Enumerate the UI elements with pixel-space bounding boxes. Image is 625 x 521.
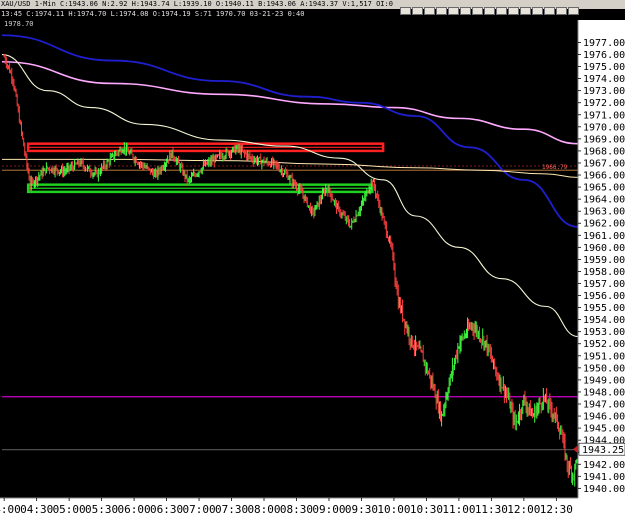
window-header: XAU/USD 1-Min C:1943.06 N:2.92 H:1943.74… (0, 0, 625, 15)
y-tick-label: 1947.00 (583, 400, 625, 411)
y-tick-label: 1961.00 (583, 231, 625, 242)
x-tick-label: 08:30 (280, 503, 313, 516)
y-tick-label: 1964.00 (583, 195, 625, 206)
x-axis: 04:0004:3005:0005:3006:0006:3007:0007:30… (0, 497, 625, 521)
x-tick-label: 12:00 (507, 503, 540, 516)
y-tick-label: 1949.00 (583, 375, 625, 386)
y-tick-label: 1940.00 (583, 484, 625, 495)
y-tick-label: 1965.00 (583, 183, 625, 194)
last-price-label: 1943.25 (582, 445, 624, 456)
y-tick-label: 1976.00 (583, 50, 625, 61)
x-tick-label: 04:00 (0, 503, 21, 516)
toolbar (399, 0, 579, 15)
text-icon[interactable] (508, 7, 519, 15)
circle-icon[interactable] (460, 7, 471, 15)
y-tick-label: 1963.00 (583, 207, 625, 218)
arrow-icon[interactable] (436, 7, 447, 15)
y-tick-label: 1946.00 (583, 412, 625, 423)
x-tick-label: 12:30 (540, 503, 573, 516)
y-tick-label: 1975.00 (583, 62, 625, 73)
print-icon[interactable] (556, 7, 567, 15)
x-tick-label: 06:30 (150, 503, 183, 516)
y-tick-label: 1962.00 (583, 219, 625, 230)
y-tick-label: 1953.00 (583, 327, 625, 338)
x-tick-label: 09:00 (312, 503, 345, 516)
y-tick-label: 1972.00 (583, 98, 625, 109)
y-tick-label: 1957.00 (583, 279, 625, 290)
y-tick-label: 1977.00 (583, 38, 625, 49)
x-tick-label: 10:00 (377, 503, 410, 516)
y-tick-label: 1973.00 (583, 86, 625, 97)
x-tick-label: 11:00 (442, 503, 475, 516)
x-tick-label: 07:00 (182, 503, 215, 516)
y-tick-label: 1967.00 (583, 158, 625, 169)
chart-corner-label: 1978.70 (4, 20, 34, 28)
x-tick-label: 04:30 (20, 503, 53, 516)
y-tick-label: 1966.00 (583, 171, 625, 182)
x-tick-label: 10:30 (410, 503, 443, 516)
y-tick-label: 1960.00 (583, 243, 625, 254)
cursor-icon[interactable] (412, 7, 423, 15)
y-tick-label: 1974.00 (583, 74, 625, 85)
x-tick-label: 05:00 (53, 503, 86, 516)
y-axis: 1940.001941.001942.001943.001944.001945.… (573, 20, 625, 510)
box-icon[interactable] (448, 7, 459, 15)
cross-icon[interactable] (484, 7, 495, 15)
zoom-icon[interactable] (472, 7, 483, 15)
y-tick-label: 1945.00 (583, 424, 625, 435)
sub-quote-line: 13:45 C:1974.11 H:1974.70 L:1974.08 O:19… (1, 10, 305, 18)
y-tick-label: 1959.00 (583, 255, 625, 266)
y-tick-label: 1948.00 (583, 387, 625, 398)
y-tick-label: 1950.00 (583, 363, 625, 374)
x-tick-label: 11:30 (475, 503, 508, 516)
y-tick-label: 1941.00 (583, 472, 625, 483)
x-tick-label: 06:00 (118, 503, 151, 516)
delete-icon[interactable] (532, 7, 543, 15)
x-tick-label: 08:00 (247, 503, 280, 516)
x-tick-label: 05:30 (85, 503, 118, 516)
bars-icon[interactable] (400, 7, 411, 15)
y-tick-label: 1969.00 (583, 134, 625, 145)
ref-line-label: 1966.79 (542, 164, 568, 171)
close-icon[interactable] (568, 7, 579, 15)
quote-line: XAU/USD 1-Min C:1943.06 N:2.92 H:1943.74… (1, 0, 393, 8)
y-tick-label: 1971.00 (583, 110, 625, 121)
price-chart[interactable]: 1966.79 1940.001941.001942.001943.001944… (0, 0, 625, 521)
x-tick-label: 09:30 (345, 503, 378, 516)
settings-icon[interactable] (544, 7, 555, 15)
y-tick-label: 1968.00 (583, 146, 625, 157)
trend-icon[interactable] (496, 7, 507, 15)
y-tick-label: 1942.00 (583, 460, 625, 471)
line-icon[interactable] (424, 7, 435, 15)
y-tick-label: 1970.00 (583, 122, 625, 133)
y-tick-label: 1952.00 (583, 339, 625, 350)
y-tick-label: 1956.00 (583, 291, 625, 302)
y-tick-label: 1955.00 (583, 303, 625, 314)
x-tick-label: 07:30 (215, 503, 248, 516)
fib-icon[interactable] (520, 7, 531, 15)
y-tick-label: 1951.00 (583, 351, 625, 362)
y-tick-label: 1954.00 (583, 315, 625, 326)
y-tick-label: 1958.00 (583, 267, 625, 278)
